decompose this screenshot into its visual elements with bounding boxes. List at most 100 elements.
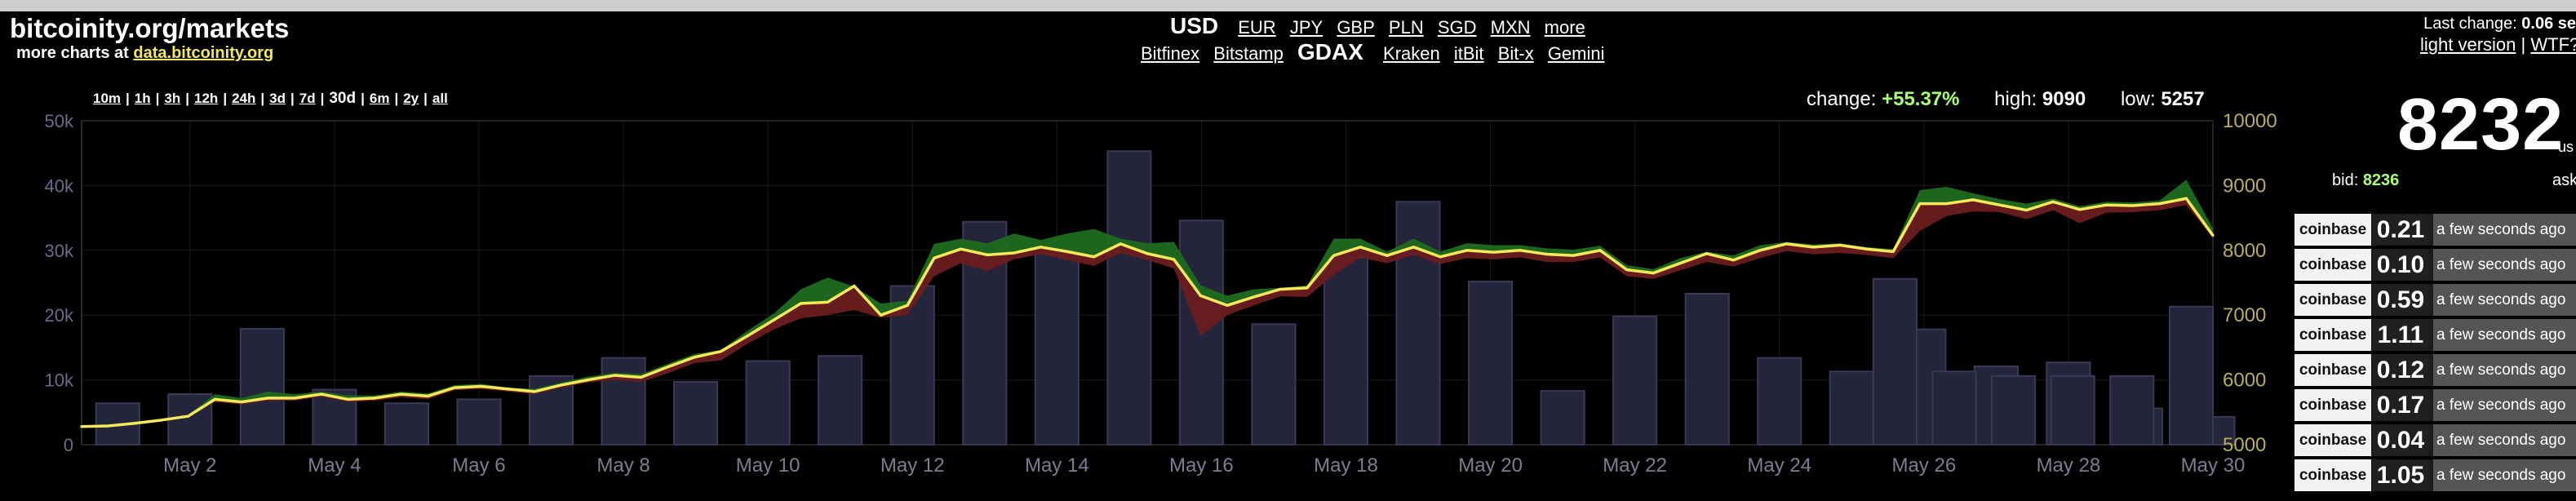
price-point xyxy=(773,318,776,321)
volume-bar xyxy=(1034,252,1080,446)
currency-link-jpy[interactable]: JPY xyxy=(1290,17,1323,38)
exchange-link-bitstamp[interactable]: Bitstamp xyxy=(1213,43,1284,64)
currency-link-mxn[interactable]: MXN xyxy=(1491,17,1531,38)
trade-row: coinbase 0.04 a few seconds ago xyxy=(2294,424,2576,456)
exchange-link-kraken[interactable]: Kraken xyxy=(1383,43,1440,64)
volume-bar xyxy=(2050,375,2095,446)
price-point xyxy=(1386,254,1389,257)
trade-time: a few seconds ago xyxy=(2433,214,2576,246)
price-point xyxy=(240,400,243,404)
volume-bar xyxy=(2109,375,2155,446)
left-axis-tick: 30k xyxy=(45,241,74,261)
volume-bar xyxy=(673,380,719,446)
price-point xyxy=(906,304,909,307)
change-value: +55.37% xyxy=(1882,88,1960,110)
period-6m[interactable]: 6m xyxy=(370,91,390,106)
trade-amount: 1.11 xyxy=(2373,319,2428,351)
light-version-links: light version | WTF? xyxy=(2420,34,2576,55)
exchange-link-bitx[interactable]: Bit-x xyxy=(1498,43,1534,64)
currency-link-sgd[interactable]: SGD xyxy=(1438,17,1477,38)
change-label: change: xyxy=(1807,88,1877,110)
volume-bar xyxy=(1106,150,1152,446)
trade-row: coinbase 0.21 a few seconds ago xyxy=(2294,214,2576,246)
volume-bar xyxy=(1757,357,1802,446)
price-point xyxy=(1332,254,1336,257)
trade-amount: 0.59 xyxy=(2373,284,2428,316)
links-separator: | xyxy=(2521,34,2526,55)
price-point xyxy=(2131,204,2135,207)
period-all[interactable]: all xyxy=(432,91,448,106)
volume-bar xyxy=(818,355,863,446)
price-point xyxy=(1412,246,1416,249)
price-point xyxy=(1013,251,1016,255)
period-10m[interactable]: 10m xyxy=(93,91,121,106)
bid-label: bid: xyxy=(2332,171,2359,189)
trade-exchange: coinbase xyxy=(2294,424,2371,456)
period-24h[interactable]: 24h xyxy=(232,91,255,106)
price-point xyxy=(133,422,136,425)
price-point xyxy=(320,392,323,396)
volume-bar xyxy=(456,398,502,446)
price-point xyxy=(1572,254,1575,257)
price-point xyxy=(693,356,696,359)
price-point xyxy=(986,253,989,256)
light-version-link[interactable]: light version xyxy=(2420,34,2516,55)
price-point xyxy=(853,284,856,288)
price-point xyxy=(1199,294,1202,297)
trade-row: coinbase 0.12 a few seconds ago xyxy=(2294,354,2576,386)
price-point xyxy=(933,256,936,259)
wtf-link[interactable]: WTF? xyxy=(2530,34,2576,55)
period-30d[interactable]: 30d xyxy=(329,90,356,107)
period-2y[interactable]: 2y xyxy=(403,91,419,106)
exchange-link-bitfinex[interactable]: Bitfinex xyxy=(1141,43,1199,64)
data-site-link[interactable]: data.bitcoinity.org xyxy=(133,44,273,62)
currency-link-more[interactable]: more xyxy=(1545,17,1585,38)
price-chart: 0 10k 20k 30k 40k 50k 5000 6000 7000 8000 9000 1000… xyxy=(45,110,2277,477)
site-title[interactable]: bitcoinity.org/markets xyxy=(10,13,289,44)
price-point xyxy=(2158,202,2161,206)
trade-exchange: coinbase xyxy=(2294,249,2371,281)
price-point xyxy=(2104,203,2108,206)
price-point xyxy=(2211,233,2215,237)
low-value: 5257 xyxy=(2161,88,2205,110)
exchange-link-itbit[interactable]: itBit xyxy=(1454,43,1484,64)
left-axis-tick: 10k xyxy=(45,370,74,391)
period-7d[interactable]: 7d xyxy=(299,91,316,106)
period-12h[interactable]: 12h xyxy=(194,91,218,106)
price-point xyxy=(1838,243,1842,247)
period-1h[interactable]: 1h xyxy=(135,91,151,106)
period-3h[interactable]: 3h xyxy=(164,91,180,106)
trade-amount: 0.04 xyxy=(2373,424,2428,456)
volume-bar xyxy=(1468,280,1514,446)
price-point xyxy=(1811,246,1815,249)
last-change-value: 0.06 se xyxy=(2521,15,2576,33)
price-point xyxy=(1545,252,1549,256)
right-axis-tick: 9000 xyxy=(2223,175,2266,197)
price-point xyxy=(666,366,669,369)
price-point xyxy=(1652,271,1655,275)
trade-time: a few seconds ago xyxy=(2433,354,2576,386)
x-axis-tick: May 26 xyxy=(1891,454,1956,477)
price-point xyxy=(1306,286,1309,290)
x-axis-tick: May 6 xyxy=(452,454,505,477)
price-point xyxy=(1146,252,1149,255)
period-3d[interactable]: 3d xyxy=(269,91,286,106)
price-point xyxy=(1625,268,1629,272)
price-point xyxy=(1492,250,1496,254)
currency-link-gbp[interactable]: GBP xyxy=(1337,17,1374,38)
volume-bar xyxy=(1829,370,1874,446)
price-point xyxy=(879,313,883,317)
exchange-link-gemini[interactable]: Gemini xyxy=(1548,43,1605,64)
currency-link-pln[interactable]: PLN xyxy=(1389,17,1424,38)
trade-time: a few seconds ago xyxy=(2433,424,2576,456)
currency-link-eur[interactable]: EUR xyxy=(1238,17,1275,38)
x-axis-tick: May 16 xyxy=(1169,454,1234,477)
price-point xyxy=(1465,249,1469,252)
volume-bar xyxy=(1395,201,1441,446)
volume-bar xyxy=(1684,292,1730,446)
left-axis-tick: 50k xyxy=(45,111,74,131)
right-axis-tick: 7000 xyxy=(2223,304,2266,326)
high-value: 9090 xyxy=(2042,88,2086,110)
high-label: high: xyxy=(1994,88,2037,110)
price-point xyxy=(2051,200,2055,203)
